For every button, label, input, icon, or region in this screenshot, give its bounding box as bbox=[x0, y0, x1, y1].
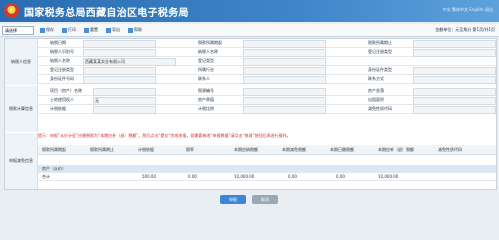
cancel-button[interactable]: 取消 bbox=[252, 195, 278, 204]
label-deduct-code: 减免性质代码 bbox=[368, 106, 392, 111]
tax-form: 纳税人信息 税款计算信息 申报减免信息 纳税日期 税款所属期起 税款所属期止 纳… bbox=[4, 38, 497, 190]
page-title: 国家税务总局西藏自治区电子税务局 bbox=[24, 8, 189, 19]
export-button[interactable]: 导出 bbox=[106, 26, 120, 34]
header-bar: ★ 国家税务总局西藏自治区电子税务局 中文 繁体中文 English 退出 bbox=[0, 0, 499, 22]
section-deduct: 申报减免信息 bbox=[5, 133, 38, 189]
type-field[interactable] bbox=[243, 58, 326, 66]
table-row[interactable]: 合计 500.00 0.00 10,000.00 0.00 0.00 10,00… bbox=[38, 173, 496, 181]
emblem-icon: ★ bbox=[4, 3, 19, 18]
form-row: 土地使用权人 无 房产原值 出租面积 bbox=[38, 96, 496, 105]
deduct-code-field[interactable] bbox=[413, 106, 496, 114]
label-type: 登记类型 bbox=[198, 58, 214, 63]
industry-field[interactable] bbox=[243, 67, 326, 75]
reset-icon bbox=[84, 27, 89, 33]
label-location: 房产坐落 bbox=[368, 88, 384, 93]
land-user-field[interactable]: 无 bbox=[93, 97, 156, 105]
id-number-field[interactable] bbox=[83, 76, 156, 84]
contact-field[interactable] bbox=[243, 76, 326, 84]
form-row: 计税依据 计税比例 减免性质代码 bbox=[38, 105, 496, 114]
label-project: 项目（房产）名称 bbox=[50, 88, 82, 93]
label-taxpayer-name: 纳税人名称 bbox=[198, 49, 218, 54]
help-button[interactable]: 帮助 bbox=[128, 26, 142, 34]
reset-button[interactable]: 重置 bbox=[84, 26, 98, 34]
taxpayer-id-field[interactable] bbox=[83, 49, 156, 57]
print-button[interactable]: 打印 bbox=[62, 26, 76, 34]
label-value: 房产原值 bbox=[198, 97, 214, 102]
period-select[interactable]: 请选择 bbox=[2, 26, 34, 35]
label-ratio: 计税比例 bbox=[198, 106, 214, 111]
page: ★ 国家税务总局西藏自治区电子税务局 中文 繁体中文 English 退出 请选… bbox=[0, 0, 499, 212]
project-field[interactable] bbox=[93, 88, 156, 96]
help-icon bbox=[128, 27, 133, 33]
form-row: 项目（房产）名称 税源编号 房产坐落 bbox=[38, 87, 496, 96]
save-icon bbox=[40, 27, 45, 33]
section-calc: 税款计算信息 bbox=[5, 86, 38, 132]
section-taxpayer: 纳税人信息 bbox=[5, 39, 38, 85]
date-field[interactable] bbox=[83, 40, 156, 48]
unit-info: 金额单位：元至角分 第1页/共1页 bbox=[435, 27, 495, 32]
label-period-end: 税款所属期止 bbox=[368, 40, 392, 45]
form-row: 身份证件号码 联系人 联系方式 bbox=[38, 75, 496, 84]
label-phone: 联系方式 bbox=[368, 76, 384, 81]
label-industry: 所属行业 bbox=[198, 67, 214, 72]
label-taxpayer-id: 纳税人识别号 bbox=[50, 49, 74, 54]
label-date: 纳税日期 bbox=[50, 40, 66, 45]
print-icon bbox=[62, 27, 67, 33]
label-basis: 计税依据 bbox=[50, 106, 66, 111]
label-id-number: 身份证件号码 bbox=[50, 76, 74, 81]
form-row: 纳税人名称 西藏某某实业有限公司 登记类型 bbox=[38, 57, 496, 66]
period-start-field[interactable] bbox=[243, 40, 326, 48]
label-contact: 联系人 bbox=[198, 76, 210, 81]
label-reg: 登记注册类型 bbox=[50, 67, 74, 72]
phone-field[interactable] bbox=[413, 76, 496, 84]
save-button[interactable]: 保存 bbox=[40, 26, 54, 34]
label-land-user: 土地使用权人 bbox=[50, 97, 74, 102]
reg-type-field[interactable] bbox=[413, 49, 496, 57]
period-end-field[interactable] bbox=[413, 40, 496, 48]
reg-field[interactable] bbox=[83, 67, 156, 75]
name-field[interactable]: 西藏某某实业有限公司 bbox=[83, 58, 176, 66]
form-row: 登记注册类型 所属行业 身份证件类型 bbox=[38, 66, 496, 75]
footer: 申报 取消 bbox=[0, 190, 499, 212]
submit-button[interactable]: 申报 bbox=[220, 195, 246, 204]
form-row: 纳税人识别号 纳税人名称 登记注册类型 bbox=[38, 48, 496, 57]
export-icon bbox=[106, 27, 111, 33]
toolbar: 请选择 保存 打印 重置 导出 帮助 金额单位：元至角分 第1页/共1页 bbox=[0, 24, 499, 37]
value-field[interactable] bbox=[243, 97, 326, 105]
label-name: 纳税人名称 bbox=[50, 58, 70, 63]
label-rent-area: 出租面积 bbox=[368, 97, 384, 102]
label-id-type: 身份证件类型 bbox=[368, 67, 392, 72]
location-field[interactable] bbox=[413, 88, 496, 96]
taxpayer-name-field[interactable] bbox=[243, 49, 326, 57]
rent-area-field[interactable] bbox=[413, 97, 496, 105]
header-tools[interactable]: 中文 繁体中文 English 退出 bbox=[443, 7, 493, 13]
label-source-id: 税源编号 bbox=[198, 88, 214, 93]
label-reg-type: 登记注册类型 bbox=[368, 49, 392, 54]
notice-text: 提示：申报“从价计征”应缴税款为“本期应补（退）税额”，然后点击“提交”完成申报… bbox=[38, 133, 291, 138]
source-id-field[interactable] bbox=[243, 88, 326, 96]
form-row: 纳税日期 税款所属期起 税款所属期止 bbox=[38, 39, 496, 48]
basis-field[interactable] bbox=[93, 106, 156, 114]
table-row[interactable]: 房产（从价） bbox=[38, 165, 496, 173]
ratio-field[interactable] bbox=[243, 106, 326, 114]
id-type-field[interactable] bbox=[413, 67, 496, 75]
label-period-start: 税款所属期起 bbox=[198, 40, 222, 45]
grid-header: 税款所属期起 税款所属期止 计税依据 税率 本期应纳税额 本期减免税额 本期已缴… bbox=[38, 145, 496, 155]
